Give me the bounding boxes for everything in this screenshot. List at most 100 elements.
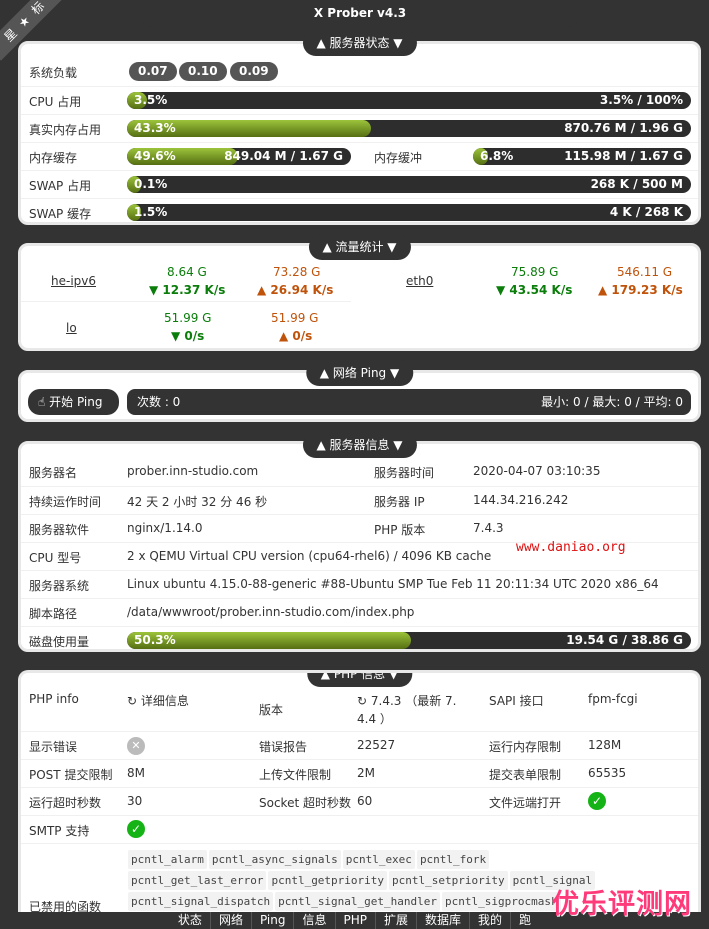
smtp-label: SMTP 支持: [29, 824, 90, 838]
php-divider: [21, 731, 698, 732]
disk-row: 磁盘使用量 50.3% 19.54 G / 38.86 G: [21, 626, 698, 653]
server-time-label: 服务器时间: [374, 466, 435, 480]
cpu-usage-bar: 3.5% 3.5% / 100%: [127, 92, 691, 109]
server-name-row: 服务器名 prober.inn-studio.com 服务器时间 2020-04…: [21, 458, 698, 485]
iface-rx-rate: ▼ 43.54 K/s: [496, 283, 573, 297]
cpu-row: CPU 占用 3.5% 3.5% / 100%: [21, 86, 698, 113]
sapi-value: fpm-fcgi: [588, 692, 638, 706]
server-name-label: 服务器名: [29, 466, 78, 480]
iface-name-eth0[interactable]: eth0: [406, 274, 433, 288]
cpu-label: CPU 占用: [29, 95, 82, 109]
max-exec-value: 30: [127, 794, 143, 808]
footer-link-mine[interactable]: 我的: [469, 912, 510, 929]
footer-link-info[interactable]: 信息: [293, 912, 334, 929]
iface-rx-total: 51.99 G: [164, 311, 212, 325]
uptime-value: 42 天 2 小时 32 分 46 秒: [127, 495, 268, 509]
status-panel-header[interactable]: ▲ 服务器状态 ▼: [302, 30, 417, 56]
ping-panel-header[interactable]: ▲ 网络 Ping ▼: [305, 360, 414, 386]
disabled-function: pcntl_signal_get_handler: [275, 892, 441, 911]
swapcache-usage-total: 4 K / 268 K: [609, 205, 683, 219]
disk-usage-bar: 50.3% 19.54 G / 38.86 G: [127, 632, 691, 649]
disabled-function: pcntl_fork: [416, 850, 490, 869]
disk-usage-percent: 50.3%: [134, 633, 176, 647]
disabled-function: pcntl_alarm: [128, 850, 207, 869]
footer-link-php[interactable]: PHP: [334, 912, 376, 929]
ping-result-bar: 次数 : 0 最小: 0 / 最大: 0 / 平均: 0: [127, 389, 691, 415]
disabled-function: pcntl_getpriority: [268, 871, 388, 890]
footer-link-benchmark[interactable]: 跑: [510, 912, 539, 929]
server-info-panel-header[interactable]: ▲ 服务器信息 ▼: [302, 432, 417, 458]
swap-usage-bar: 0.1% 268 K / 500 M: [127, 176, 691, 193]
mem-usage-bar: 43.3% 870.76 M / 1.96 G: [127, 120, 691, 137]
footer-link-extensions[interactable]: 扩展: [375, 912, 416, 929]
traffic-divider: [21, 301, 351, 302]
iface-tx-rate: ▲ 179.23 K/s: [598, 283, 683, 297]
buffer-usage-percent: 6.8%: [480, 149, 514, 163]
iface-name-lo[interactable]: lo: [66, 321, 77, 335]
traffic-panel-header[interactable]: ▲ 流量统计 ▼: [308, 234, 411, 260]
iface-rx-total: 75.89 G: [511, 265, 559, 279]
phpinfo-link[interactable]: ↻ 详细信息: [127, 692, 189, 709]
socket-timeout-value: 60: [357, 794, 373, 808]
script-path-row: 脚本路径 /data/wwwroot/prober.inn-studio.com…: [21, 598, 698, 625]
mem-label: 真实内存占用: [29, 123, 102, 137]
memory-limit-value: 128M: [588, 738, 622, 752]
footer-link-network[interactable]: 网络: [209, 912, 251, 929]
load-1min: 0.07: [129, 62, 177, 81]
max-input-vars-label: 提交表单限制: [489, 768, 562, 782]
script-path-label: 脚本路径: [29, 607, 78, 621]
software-value: nginx/1.14.0: [127, 521, 203, 535]
cpu-model-label: CPU 型号: [29, 551, 82, 565]
mem-usage-total: 870.76 M / 1.96 G: [564, 121, 683, 135]
uptime-row: 持续运作时间 42 天 2 小时 32 分 46 秒 服务器 IP 144.34…: [21, 486, 698, 513]
iface-rx-rate: ▼ 12.37 K/s: [149, 283, 226, 297]
swapcache-row: SWAP 缓存 1.5% 4 K / 268 K: [21, 198, 698, 225]
php-version-check-link[interactable]: ↻ 7.4.3 （最新 7.: [357, 692, 456, 709]
load-5min: 0.10: [179, 62, 227, 81]
server-name-value: prober.inn-studio.com: [127, 464, 259, 478]
php-divider: [21, 815, 698, 816]
disabled-function: pcntl_sigprocmask: [442, 892, 561, 911]
footer-link-database[interactable]: 数据库: [416, 912, 469, 929]
upload-max-label: 上传文件限制: [259, 768, 332, 782]
server-ip-label: 服务器 IP: [374, 495, 425, 509]
php-version-label: PHP 版本: [374, 523, 426, 537]
os-label: 服务器系统: [29, 579, 90, 593]
post-max-value: 8M: [127, 766, 145, 780]
swap-usage-total: 268 K / 500 M: [590, 177, 683, 191]
disabled-function: pcntl_setpriority: [389, 871, 508, 890]
iface-name-he-ipv6[interactable]: he-ipv6: [51, 274, 96, 288]
php-version-value: 7.4.3: [473, 521, 504, 535]
traffic-panel: ▲ 流量统计 ▼ he-ipv6 8.64 G ▼ 12.37 K/s 73.2…: [18, 234, 701, 351]
buffer-label: 内存缓冲: [374, 151, 423, 165]
software-label: 服务器软件: [29, 523, 90, 537]
app-title: X Prober v4.3: [139, 0, 581, 27]
app-window: 星 ★ 标 X Prober v4.3 ▲ 服务器状态 ▼ 系统负载 0.07 …: [0, 0, 709, 929]
iface-tx-total: 546.11 G: [617, 265, 673, 279]
footer-nav: 状态 网络 Ping 信息 PHP 扩展 数据库 我的跑: [0, 912, 709, 929]
cache-usage-bar: 49.6% 849.04 M / 1.67 G: [127, 148, 351, 165]
os-value: Linux ubuntu 4.15.0-88-generic #88-Ubunt…: [127, 577, 659, 591]
buffer-usage-total: 115.98 M / 1.67 G: [564, 149, 683, 163]
server-time-value: 2020-04-07 03:10:35: [473, 464, 601, 478]
disabled-function: pcntl_get_last_error: [128, 871, 267, 890]
cpu-model-value: 2 x QEMU Virtual CPU version (cpu64-rhel…: [127, 549, 492, 563]
php-divider: [21, 843, 698, 844]
iface-tx-total: 51.99 G: [271, 311, 319, 325]
php-version-latest: 4.4 ）: [357, 712, 392, 726]
iface-tx-rate: ▲ 26.94 K/s: [257, 283, 334, 297]
disabled-functions-label: 已禁用的函数: [29, 900, 102, 912]
cache-row: 内存缓存 49.6% 849.04 M / 1.67 G 内存缓冲 6.8% 1…: [21, 142, 698, 169]
load-row: 系统负载 0.07 0.10 0.09: [21, 58, 698, 85]
ping-panel: ▲ 网络 Ping ▼ ☝ 开始 Ping 次数 : 0 最小: 0 / 最大:…: [18, 360, 701, 422]
swap-row: SWAP 占用 0.1% 268 K / 500 M: [21, 170, 698, 197]
ping-stats: 最小: 0 / 最大: 0 / 平均: 0: [541, 395, 683, 409]
footer-link-ping[interactable]: Ping: [250, 912, 294, 929]
buffer-usage-bar: 6.8% 115.98 M / 1.67 G: [473, 148, 691, 165]
php-info-panel-header[interactable]: ▲ PHP 信息 ▼: [306, 673, 413, 687]
start-ping-button[interactable]: ☝ 开始 Ping: [28, 389, 119, 415]
start-ping-label: 开始 Ping: [49, 395, 103, 409]
footer-link-status[interactable]: 状态: [170, 912, 210, 929]
sapi-label: SAPI 接口: [489, 694, 544, 708]
hand-pointer-icon: ☝: [38, 395, 46, 409]
